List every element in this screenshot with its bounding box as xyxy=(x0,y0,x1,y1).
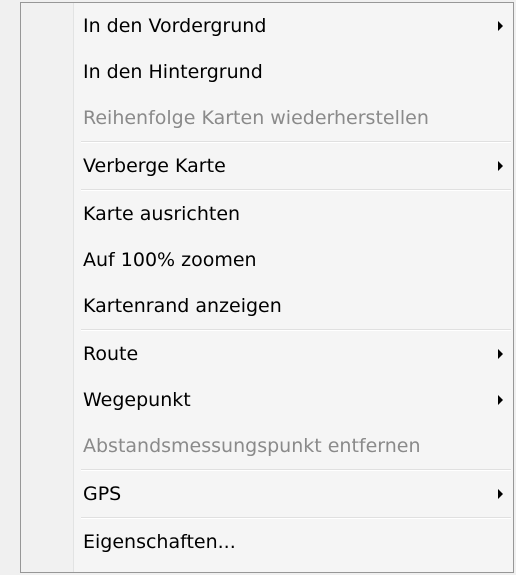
menu-item-label: In den Hintergrund xyxy=(83,61,263,83)
submenu-arrow-icon xyxy=(498,395,503,405)
submenu-arrow-icon xyxy=(498,489,503,499)
submenu-arrow-icon xyxy=(498,161,503,171)
menu-item-in-den-hintergrund[interactable]: In den Hintergrund xyxy=(21,49,513,95)
context-menu-frame: In den Vordergrund In den Hintergrund Reih… xyxy=(20,2,514,573)
menu-item-wegepunkt[interactable]: Wegepunkt xyxy=(21,377,513,423)
menu-item-label: Kartenrand anzeigen xyxy=(83,295,282,317)
menu-item-reihenfolge-karten-wiederherstellen: Reihenfolge Karten wiederherstellen xyxy=(21,95,513,141)
menu-item-abstandsmessungspunkt-entfernen: Abstandsmessungspunkt entfernen xyxy=(21,423,513,469)
menu-item-verberge-karte[interactable]: Verberge Karte xyxy=(21,143,513,189)
menu-item-label: Abstandsmessungspunkt entfernen xyxy=(83,435,421,457)
menu-item-eigenschaften[interactable]: Eigenschaften... xyxy=(21,519,513,565)
menu-item-label: Verberge Karte xyxy=(83,155,226,177)
menu-item-kartenrand-anzeigen[interactable]: Kartenrand anzeigen xyxy=(21,283,513,329)
menu-items: In den Vordergrund In den Hintergrund Reih… xyxy=(21,3,513,565)
menu-item-label: Route xyxy=(83,343,139,365)
menu-item-label: Auf 100% zoomen xyxy=(83,249,257,271)
menu-item-label: Wegepunkt xyxy=(83,389,191,411)
menu-item-label: Eigenschaften... xyxy=(83,531,236,553)
menu-item-label: Karte ausrichten xyxy=(83,203,241,225)
menu-item-label: In den Vordergrund xyxy=(83,15,267,37)
menu-item-label: Reihenfolge Karten wiederherstellen xyxy=(83,107,429,129)
submenu-arrow-icon xyxy=(498,349,503,359)
menu-item-auf-100-zoomen[interactable]: Auf 100% zoomen xyxy=(21,237,513,283)
submenu-arrow-icon xyxy=(498,21,503,31)
menu-item-karte-ausrichten[interactable]: Karte ausrichten xyxy=(21,191,513,237)
context-menu: In den Vordergrund In den Hintergrund Reih… xyxy=(0,0,516,575)
menu-item-label: GPS xyxy=(83,483,122,505)
menu-item-gps[interactable]: GPS xyxy=(21,471,513,517)
menu-item-route[interactable]: Route xyxy=(21,331,513,377)
menu-item-in-den-vordergrund[interactable]: In den Vordergrund xyxy=(21,3,513,49)
